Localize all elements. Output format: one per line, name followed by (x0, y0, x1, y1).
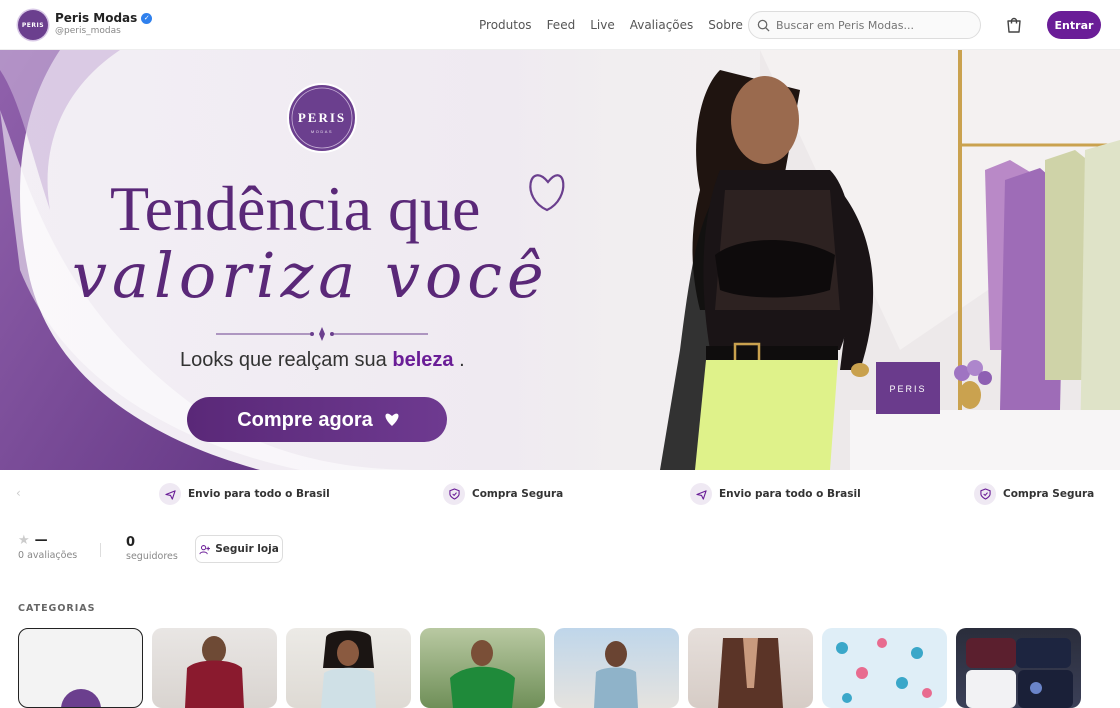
feature-secure: Compra Segura (974, 483, 1094, 505)
carousel-prev-icon[interactable]: ‹ (16, 486, 21, 500)
tagline-dot: . (459, 349, 465, 371)
category-card[interactable] (286, 628, 411, 708)
feature-shipping: Envio para todo o Brasil (690, 483, 861, 505)
store-name-text: Peris Modas (55, 11, 138, 25)
rating-value: — (34, 533, 48, 548)
search-icon (757, 19, 770, 32)
followers-label: seguidores (126, 551, 178, 562)
banner-logo-sub: MODAS (311, 129, 333, 134)
main-nav: Produtos Feed Live Avaliações Sobre (479, 18, 743, 32)
top-header: PERIS Peris Modas ✓ @peris_modas Produto… (0, 0, 1120, 50)
search-input[interactable] (776, 18, 966, 32)
plane-icon (690, 483, 712, 505)
svg-text:Looks que realçam sua be: Looks que realçam sua beleza . (180, 349, 465, 371)
plane-icon (159, 483, 181, 505)
followers-block: 0 seguidores (126, 535, 178, 562)
avatar-text: PERIS (21, 21, 45, 29)
categories-row (18, 628, 1120, 708)
feature-shipping: Envio para todo o Brasil (159, 483, 330, 505)
store-name: Peris Modas ✓ (55, 11, 153, 25)
category-card[interactable] (554, 628, 679, 708)
store-handle: @peris_modas (55, 26, 121, 36)
tagline-text: Looks que realçam sua (180, 349, 388, 371)
shield-icon (443, 483, 465, 505)
banner-headline: Tendência que (110, 173, 480, 244)
star-icon: ★ (18, 533, 30, 548)
shop-now-label: Compre agora (237, 409, 373, 431)
user-plus-icon (199, 544, 211, 554)
follow-label: Seguir loja (215, 543, 279, 555)
follow-store-button[interactable]: Seguir loja (195, 535, 283, 563)
features-row: ‹ Envio para todo o Brasil Compra Segura… (0, 478, 1120, 510)
divider (100, 543, 101, 557)
category-card[interactable] (822, 628, 947, 708)
banner-script: valoriza você (72, 239, 549, 312)
category-card[interactable] (956, 628, 1081, 708)
rating-block: ★ — 0 avaliações (18, 533, 77, 561)
category-card-all[interactable] (18, 628, 143, 708)
feature-label: Envio para todo o Brasil (188, 488, 330, 500)
tagline-bold: beleza (392, 349, 454, 371)
nav-avaliacoes[interactable]: Avaliações (630, 18, 694, 32)
rating-label: 0 avaliações (18, 550, 78, 561)
shield-icon (974, 483, 996, 505)
category-card[interactable] (420, 628, 545, 708)
category-logo (61, 689, 101, 707)
nav-feed[interactable]: Feed (547, 18, 576, 32)
followers-value: 0 (126, 535, 136, 550)
category-card[interactable] (152, 628, 277, 708)
box-label: PERIS (889, 384, 926, 394)
feature-label: Envio para todo o Brasil (719, 488, 861, 500)
hero-banner[interactable]: PERIS PERIS MODAS Tendência que valoriza… (0, 50, 1120, 470)
banner-graphic: PERIS PERIS MODAS Tendência que valoriza… (0, 50, 1120, 470)
nav-live[interactable]: Live (590, 18, 615, 32)
feature-label: Compra Segura (1003, 488, 1095, 500)
banner-logo-text: PERIS (298, 110, 346, 125)
shopping-bag-icon[interactable] (1005, 16, 1023, 34)
search-bar[interactable] (748, 11, 981, 39)
category-card[interactable] (688, 628, 813, 708)
feature-secure: Compra Segura (443, 483, 563, 505)
verified-badge-icon: ✓ (141, 12, 153, 24)
store-avatar[interactable]: PERIS (18, 10, 48, 40)
categories-title: CATEGORIAS (18, 603, 96, 614)
store-brand[interactable]: Peris Modas ✓ @peris_modas (55, 11, 153, 36)
login-button[interactable]: Entrar (1047, 11, 1101, 39)
feature-label: Compra Segura (472, 488, 564, 500)
nav-sobre[interactable]: Sobre (708, 18, 743, 32)
nav-produtos[interactable]: Produtos (479, 18, 532, 32)
